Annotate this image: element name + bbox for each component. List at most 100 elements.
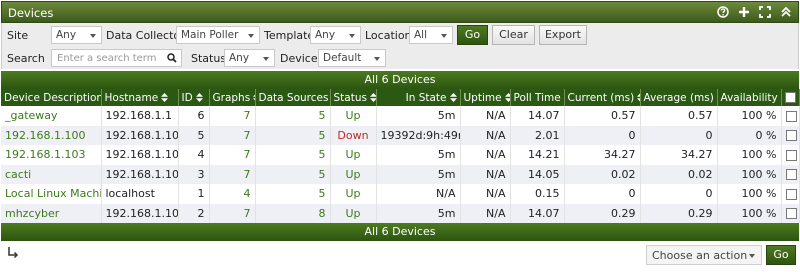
select-all-checkbox-cell — [781, 89, 800, 106]
col-header-poll-time[interactable]: Poll Time — [510, 89, 565, 106]
row-checkbox[interactable] — [785, 149, 797, 161]
cell-hostname: 192.168.1.107 — [101, 203, 179, 223]
table-caption-bottom: All 6 Devices — [1, 223, 799, 241]
col-header-description[interactable]: Device Description — [1, 89, 102, 106]
cell-current: 0 — [564, 125, 641, 145]
cell-hostname: 192.168.1.100 — [101, 125, 179, 145]
cell-data-sources[interactable]: 5 — [255, 145, 331, 165]
col-header-status[interactable]: Status — [330, 89, 377, 106]
cell-id: 3 — [178, 164, 210, 184]
device-description-link[interactable]: Local Linux Machine — [5, 187, 100, 200]
col-header-in-state[interactable]: In State — [376, 89, 461, 106]
status-label: Status — [191, 52, 227, 65]
action-select[interactable]: Choose an action — [646, 245, 762, 265]
col-header-graphs[interactable]: Graphs — [209, 89, 256, 106]
template-label: Template — [264, 29, 315, 42]
sort-icon — [504, 93, 509, 102]
cell-graphs[interactable]: 7 — [209, 203, 256, 223]
col-header-id[interactable]: ID — [178, 89, 210, 106]
col-header-data-sources[interactable]: Data Sources — [255, 89, 331, 106]
device-description-link[interactable]: mhzcyber — [5, 207, 59, 220]
cell-availability: 100 % — [717, 203, 782, 223]
help-icon[interactable] — [716, 5, 729, 19]
device-description-link[interactable]: 192.168.1.100 — [5, 129, 85, 142]
table-caption-top: All 6 Devices — [1, 71, 799, 89]
location-select[interactable]: All — [409, 26, 453, 44]
row-checkbox[interactable] — [785, 110, 797, 122]
col-header-uptime[interactable]: Uptime — [460, 89, 511, 106]
cell-data-sources[interactable]: 8 — [255, 203, 331, 223]
cell-data-sources[interactable]: 5 — [255, 164, 331, 184]
search-placeholder: Enter a search term — [57, 53, 157, 64]
site-select-value: Any — [56, 29, 77, 41]
col-header-hostname-label: Hostname — [104, 91, 159, 104]
collapse-icon[interactable] — [779, 5, 792, 19]
cell-uptime: N/A — [460, 106, 511, 126]
table-row[interactable]: cacti 192.168.1.101 3 7 5 Up 5m N/A 14.0… — [1, 164, 800, 184]
table-row[interactable]: 192.168.1.100 192.168.1.100 5 7 5 Down 1… — [1, 125, 800, 145]
cell-graphs[interactable]: 4 — [209, 184, 256, 204]
table-row[interactable]: 192.168.1.103 192.168.1.103 4 7 5 Up 5m … — [1, 145, 800, 165]
clear-button[interactable]: Clear — [492, 25, 535, 45]
search-input[interactable]: Enter a search term — [51, 49, 182, 67]
cell-uptime: N/A — [460, 145, 511, 165]
cell-status: Up — [330, 145, 377, 165]
devices-select[interactable]: Default — [318, 49, 386, 67]
search-label: Search — [7, 52, 45, 65]
col-header-hostname[interactable]: Hostname — [101, 89, 179, 106]
row-checkbox[interactable] — [785, 208, 797, 220]
cell-in-state: 19392d:9h:49m — [376, 125, 461, 145]
filter-row-2: Search Enter a search term Status Any De… — [2, 47, 800, 69]
table-row[interactable]: mhzcyber 192.168.1.107 2 7 8 Up 5m N/A 1… — [1, 203, 800, 223]
location-label: Location — [365, 29, 412, 42]
col-header-graphs-label: Graphs — [212, 91, 251, 104]
col-header-average[interactable]: Average (ms) — [640, 89, 718, 106]
device-description-link[interactable]: cacti — [5, 168, 31, 181]
data-collector-select[interactable]: Main Poller — [176, 26, 260, 44]
cell-poll-time: 14.07 — [510, 203, 565, 223]
row-checkbox[interactable] — [785, 188, 797, 200]
row-checkbox[interactable] — [785, 130, 797, 142]
table-row[interactable]: Local Linux Machine localhost 1 4 5 Up N… — [1, 184, 800, 204]
sort-icon — [195, 93, 203, 102]
go-button[interactable]: Go — [457, 25, 488, 45]
template-select[interactable]: Any — [310, 26, 361, 44]
table-row[interactable]: _gateway 192.168.1.1 6 7 5 Up 5m N/A 14.… — [1, 106, 800, 126]
cell-data-sources[interactable]: 5 — [255, 106, 331, 126]
search-icon[interactable] — [167, 53, 177, 66]
select-all-checkbox[interactable] — [784, 92, 796, 103]
export-button[interactable]: Export — [539, 25, 587, 45]
row-checkbox[interactable] — [785, 169, 797, 181]
cell-uptime: N/A — [460, 184, 511, 204]
cell-graphs[interactable]: 7 — [209, 106, 256, 126]
filter-area: Site Any Data Collector Main Poller Temp… — [1, 23, 799, 69]
col-header-id-label: ID — [181, 91, 193, 104]
fullscreen-icon[interactable] — [758, 5, 771, 19]
cell-graphs[interactable]: 7 — [209, 145, 256, 165]
site-select[interactable]: Any — [51, 26, 102, 44]
status-select[interactable]: Any — [224, 49, 275, 67]
chevron-down-icon — [441, 34, 447, 38]
action-go-button[interactable]: Go — [766, 245, 796, 265]
cell-data-sources[interactable]: 5 — [255, 184, 331, 204]
device-description-link[interactable]: 192.168.1.103 — [5, 148, 85, 161]
site-label: Site — [7, 29, 29, 42]
cell-availability: 100 % — [717, 145, 782, 165]
bottom-actions: Choose an action Go — [0, 240, 800, 272]
add-icon[interactable] — [737, 5, 750, 19]
cell-id: 6 — [178, 106, 210, 126]
cell-data-sources[interactable]: 5 — [255, 125, 331, 145]
device-description-link[interactable]: _gateway — [5, 109, 58, 122]
col-header-availability[interactable]: Availability — [717, 89, 782, 106]
cell-average: 0.29 — [640, 203, 718, 223]
cell-poll-time: 0.15 — [510, 184, 565, 204]
devices-table-body: _gateway 192.168.1.1 6 7 5 Up 5m N/A 14.… — [1, 106, 800, 223]
chevron-down-icon — [90, 34, 96, 38]
cell-graphs[interactable]: 7 — [209, 164, 256, 184]
header-icons — [716, 5, 792, 19]
template-select-value: Any — [315, 29, 336, 41]
cell-graphs[interactable]: 7 — [209, 125, 256, 145]
cell-uptime: N/A — [460, 125, 511, 145]
col-header-current[interactable]: Current (ms) — [564, 89, 641, 106]
cell-poll-time: 14.07 — [510, 106, 565, 126]
